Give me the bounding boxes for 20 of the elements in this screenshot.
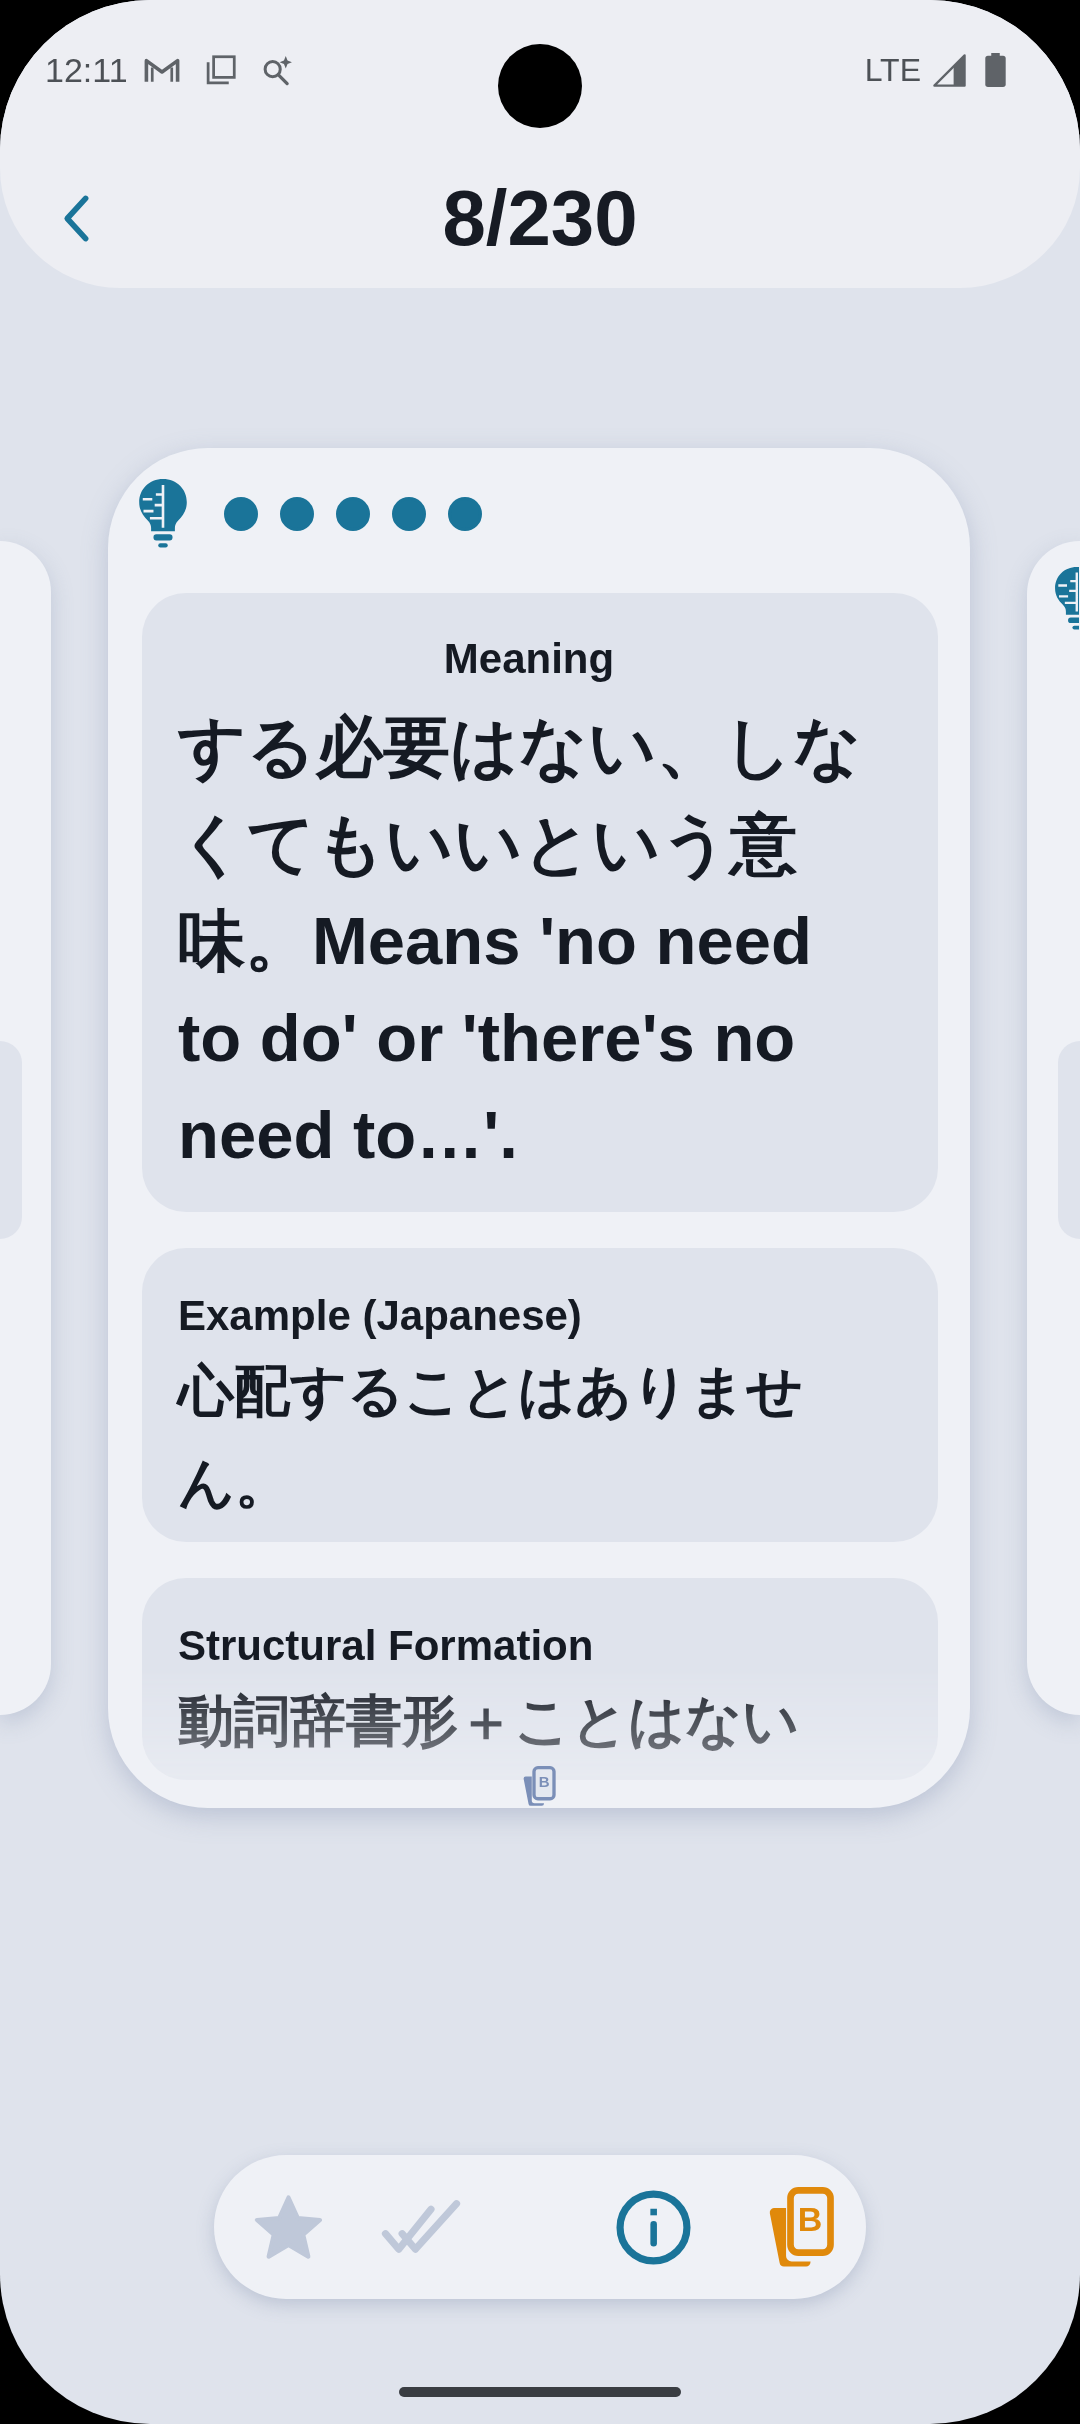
section-text: 心配することはありません。 bbox=[178, 1358, 804, 1516]
card-letter: B bbox=[538, 1774, 550, 1790]
section-text: する必要はない、しなくてもいいという意味。Means 'no need to do' or 'there's no need to…'. bbox=[178, 708, 863, 1174]
signal-icon bbox=[933, 53, 966, 87]
page-title: 8/230 bbox=[442, 179, 638, 257]
section-heading: Structural Formation bbox=[178, 1621, 594, 1671]
info-icon bbox=[615, 2189, 691, 2265]
section-heading: Meaning bbox=[443, 634, 615, 684]
brain-bulb-icon bbox=[139, 479, 187, 548]
section-text: 動詞辞書形＋ことはない bbox=[178, 1688, 800, 1754]
section-heading: Example (Japanese) bbox=[178, 1291, 582, 1341]
home-indicator[interactable] bbox=[399, 2387, 681, 2397]
card-stack-icon bbox=[522, 1766, 556, 1806]
battery-icon bbox=[985, 53, 1006, 87]
brain-bulb-icon bbox=[1055, 567, 1079, 630]
back-icon bbox=[62, 193, 90, 243]
status-time: 12:11 bbox=[45, 50, 128, 90]
network-type: LTE bbox=[864, 51, 921, 90]
mail-icon bbox=[143, 56, 180, 84]
flashcard[interactable]: Meaning する必要はない、しなくてもいいという意味。Means 'no need to do' or 'there's no need to…'. Example (Japanese) 心配することはありません。 Structural Formation 動詞辞書形＋ことはない B bbox=[108, 448, 970, 1808]
